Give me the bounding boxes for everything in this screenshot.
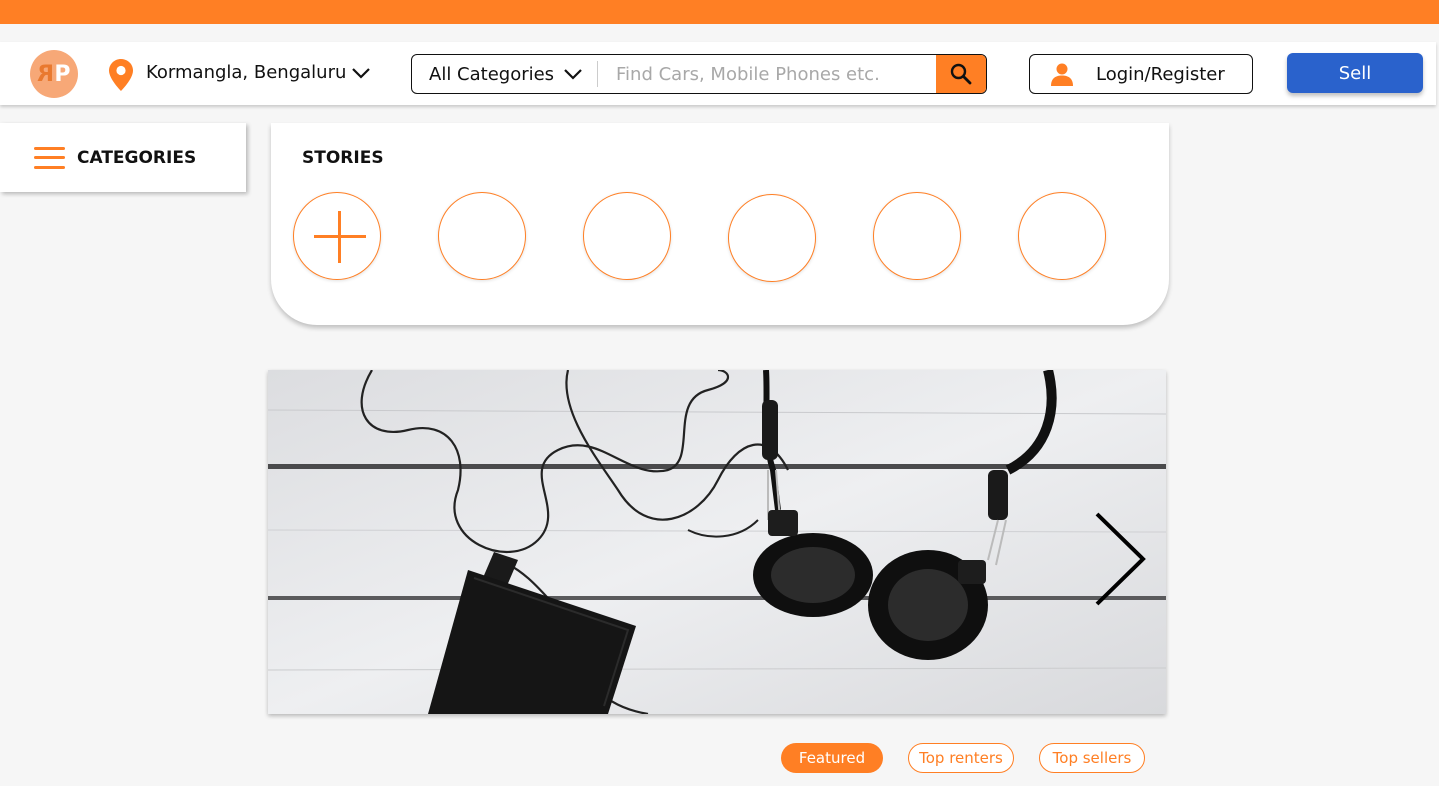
chevron-down-icon [564, 69, 582, 80]
search-button[interactable] [936, 55, 986, 93]
category-dropdown[interactable]: All Categories [412, 55, 598, 93]
categories-label: CATEGORIES [77, 147, 197, 168]
chevron-right-icon[interactable] [1094, 512, 1146, 606]
hero-banner[interactable] [268, 370, 1166, 714]
add-story-button[interactable] [293, 192, 381, 280]
tab-featured[interactable]: Featured [781, 743, 883, 773]
story-bubble[interactable] [438, 192, 526, 280]
hamburger-icon [34, 146, 65, 169]
header: RP Kormangla, Bengaluru All Categories F… [0, 42, 1436, 105]
top-accent-bar [0, 0, 1439, 24]
location-label: Kormangla, Bengaluru [146, 62, 347, 83]
logo[interactable]: RP [30, 50, 78, 98]
story-bubble[interactable] [1018, 192, 1106, 280]
tab-top-renters[interactable]: Top renters [908, 743, 1014, 773]
login-register-button[interactable]: Login/Register [1029, 54, 1253, 94]
stories-title: STORIES [302, 148, 384, 168]
category-dropdown-label: All Categories [429, 63, 555, 85]
user-icon [1051, 63, 1073, 86]
tab-top-sellers[interactable]: Top sellers [1039, 743, 1145, 773]
login-register-label: Login/Register [1096, 63, 1225, 85]
location-selector[interactable]: Kormangla, Bengaluru [146, 62, 371, 83]
story-bubble[interactable] [873, 192, 961, 280]
search-bar: All Categories [411, 54, 987, 94]
sell-button[interactable]: Sell [1287, 53, 1423, 93]
search-divider [597, 61, 598, 87]
story-bubble[interactable] [728, 194, 816, 282]
story-bubble[interactable] [583, 192, 671, 280]
banner-image [268, 370, 1166, 714]
search-icon [950, 63, 972, 85]
location-pin-icon [109, 59, 133, 91]
categories-menu-button[interactable]: CATEGORIES [0, 123, 246, 192]
chevron-down-icon [352, 67, 371, 79]
stories-panel: STORIES [271, 123, 1169, 325]
search-input[interactable] [602, 55, 937, 93]
